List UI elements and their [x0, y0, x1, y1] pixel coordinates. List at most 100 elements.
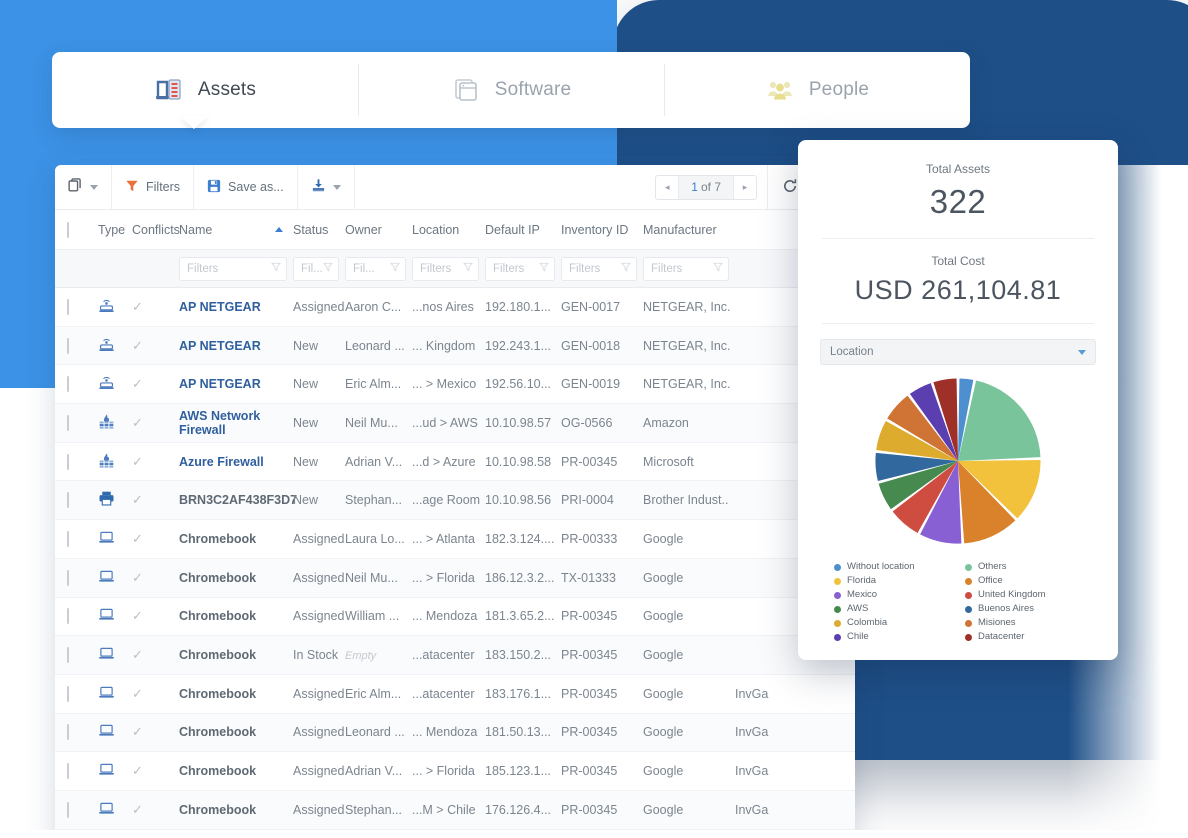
row-select-cell[interactable]	[67, 298, 98, 315]
cell-name[interactable]: BRN3C2AF438F3D7	[179, 493, 297, 507]
col-inventory-id[interactable]: Inventory ID	[561, 223, 643, 237]
cell-name[interactable]: Chromebook	[179, 532, 293, 546]
tab-software[interactable]: Software	[358, 52, 664, 128]
cell-name[interactable]: Chromebook	[179, 764, 293, 778]
prev-page-button[interactable]: ◂	[656, 176, 678, 199]
col-owner[interactable]: Owner	[345, 223, 412, 237]
filter-location-cell[interactable]: Filters	[412, 256, 485, 281]
cell-name[interactable]: Chromebook	[179, 725, 293, 739]
col-manufacturer[interactable]: Manufacturer	[643, 223, 735, 237]
legend-item[interactable]: Others	[965, 561, 1082, 573]
table-row[interactable]: ✓ Chromebook Assigned Eric Alm... ...atacent…	[55, 675, 855, 714]
legend-item[interactable]: Buenos Aires	[965, 603, 1082, 615]
row-checkbox[interactable]	[67, 763, 69, 780]
table-row[interactable]: ✓ Chromebook Assigned William ... ... Mendoz…	[55, 598, 855, 637]
legend-item[interactable]: Florida	[834, 575, 951, 587]
filter-status-cell[interactable]: Fil...	[293, 256, 345, 281]
col-conflicts[interactable]: Conflicts	[132, 223, 180, 237]
table-row[interactable]: ✓ Chromebook Assigned Adrian V... ... > Flor…	[55, 752, 855, 791]
table-row[interactable]: ✓ Azure Firewall New Adrian V... ...d > Azur…	[55, 443, 855, 482]
col-status[interactable]: Status	[293, 223, 345, 237]
cell-name[interactable]: Chromebook	[179, 687, 293, 701]
row-select-cell[interactable]	[67, 492, 98, 509]
cell-name[interactable]: Chromebook	[179, 803, 293, 817]
cell-name[interactable]: Chromebook	[179, 571, 293, 585]
row-select-cell[interactable]	[67, 608, 98, 625]
filter-manufacturer-cell[interactable]: Filters	[643, 256, 735, 281]
row-select-cell[interactable]	[67, 569, 98, 586]
row-checkbox[interactable]	[67, 530, 69, 547]
row-select-cell[interactable]	[67, 453, 98, 470]
filter-owner-cell[interactable]: Fil...	[345, 256, 412, 281]
filter-manufacturer-input[interactable]: Filters	[643, 256, 729, 281]
next-page-button[interactable]: ▸	[734, 176, 756, 199]
filter-name-input[interactable]: Filters	[179, 256, 287, 281]
row-checkbox[interactable]	[67, 453, 69, 470]
filter-inventory-input[interactable]: Filters	[561, 256, 637, 281]
row-checkbox[interactable]	[67, 298, 69, 315]
row-checkbox[interactable]	[67, 685, 69, 702]
row-checkbox[interactable]	[67, 647, 69, 664]
views-button[interactable]	[55, 165, 112, 209]
location-pie-chart[interactable]	[872, 375, 1044, 547]
table-row[interactable]: ✓ Chromebook In Stock Empty ...atacenter 183.…	[55, 636, 855, 675]
row-checkbox[interactable]	[67, 569, 69, 586]
filter-ip-input[interactable]: Filters	[485, 256, 555, 281]
tab-people[interactable]: People	[664, 52, 970, 128]
cell-name[interactable]: AP NETGEAR	[179, 339, 293, 353]
col-name[interactable]: Name	[179, 223, 293, 237]
table-row[interactable]: ✓ Chromebook Assigned Leonard ... ... Mendoz…	[55, 713, 855, 753]
legend-item[interactable]: Datacenter	[965, 631, 1082, 643]
row-select-cell[interactable]	[67, 685, 98, 702]
filters-button[interactable]: Filters	[112, 165, 195, 209]
table-row[interactable]: ✓ AP NETGEAR New Eric Alm... ... > Mexico 192…	[55, 365, 855, 405]
cell-name[interactable]: Chromebook	[179, 648, 293, 662]
row-select-cell[interactable]	[67, 337, 98, 354]
col-default-ip[interactable]: Default IP	[485, 223, 561, 237]
row-checkbox[interactable]	[67, 376, 69, 393]
row-checkbox[interactable]	[67, 801, 69, 818]
legend-item[interactable]: Chile	[834, 631, 951, 643]
select-all-cell[interactable]	[67, 221, 98, 238]
group-by-select[interactable]: Location	[820, 339, 1096, 365]
row-checkbox[interactable]	[67, 492, 69, 509]
legend-item[interactable]: Misiones	[965, 617, 1082, 629]
col-type[interactable]: Type	[98, 223, 132, 237]
table-row[interactable]: ✓ AP NETGEAR Assigned Aaron C... ...nos Aire…	[55, 288, 855, 327]
filter-inventory-cell[interactable]: Filters	[561, 256, 643, 281]
row-select-cell[interactable]	[67, 801, 98, 818]
table-row[interactable]: ✓ BRN3C2AF438F3D7 New Stephan... ...age Room…	[55, 481, 855, 521]
page-indicator[interactable]: 1 of 7	[678, 175, 734, 199]
legend-item[interactable]: Office	[965, 575, 1082, 587]
row-select-cell[interactable]	[67, 530, 98, 547]
table-row[interactable]: ✓ AP NETGEAR New Leonard ... ... Kingdom 192.…	[55, 326, 855, 366]
save-as-button[interactable]: Save as...	[194, 165, 298, 209]
legend-item[interactable]: Mexico	[834, 589, 951, 601]
legend-item[interactable]: Without location	[834, 561, 951, 573]
col-location[interactable]: Location	[412, 223, 485, 237]
row-checkbox[interactable]	[67, 724, 69, 741]
row-select-cell[interactable]	[67, 647, 98, 664]
row-select-cell[interactable]	[67, 414, 98, 431]
legend-item[interactable]: Colombia	[834, 617, 951, 629]
filter-ip-cell[interactable]: Filters	[485, 256, 561, 281]
cell-name[interactable]: AWS Network Firewall	[179, 409, 293, 437]
cell-name[interactable]: AP NETGEAR	[179, 300, 293, 314]
table-row[interactable]: ✓ Chromebook Assigned Laura Lo... ... > Atla…	[55, 520, 855, 559]
table-row[interactable]: ✓ Chromebook Assigned Stephan... ...M > Chil…	[55, 790, 855, 830]
filter-owner-input[interactable]: Fil...	[345, 256, 406, 281]
select-all-checkbox[interactable]	[67, 221, 69, 238]
row-select-cell[interactable]	[67, 763, 98, 780]
row-select-cell[interactable]	[67, 376, 98, 393]
row-checkbox[interactable]	[67, 608, 69, 625]
cell-name[interactable]: Chromebook	[179, 609, 293, 623]
filter-status-input[interactable]: Fil...	[293, 256, 339, 281]
row-checkbox[interactable]	[67, 337, 69, 354]
page-number-input[interactable]: 1	[691, 180, 698, 194]
export-button[interactable]	[298, 165, 355, 209]
legend-item[interactable]: AWS	[834, 603, 951, 615]
row-select-cell[interactable]	[67, 724, 98, 741]
legend-item[interactable]: United Kingdom	[965, 589, 1082, 601]
filter-location-input[interactable]: Filters	[412, 256, 479, 281]
cell-name[interactable]: AP NETGEAR	[179, 377, 293, 391]
